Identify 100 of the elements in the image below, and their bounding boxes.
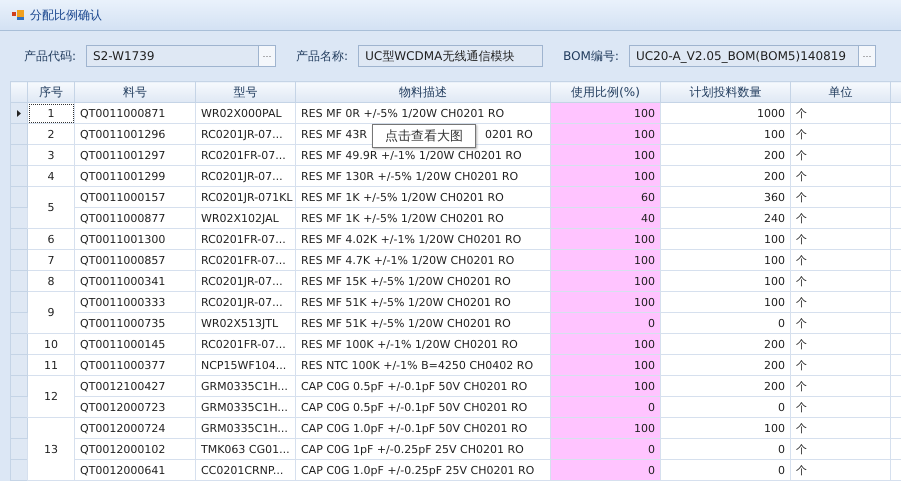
table-cell[interactable]: 60 bbox=[550, 186, 660, 208]
table-cell: 200 bbox=[660, 334, 790, 354]
table-cell: 200 bbox=[660, 166, 790, 186]
tooltip: 点击查看大图 bbox=[372, 124, 476, 148]
table-cell: RC0201JR-07... bbox=[196, 270, 296, 292]
column-header[interactable]: 物料描述 bbox=[296, 82, 550, 102]
table-cell[interactable]: 0 bbox=[550, 438, 660, 460]
table-cell: 个 bbox=[790, 186, 890, 208]
table-cell: 1000 bbox=[660, 102, 790, 124]
table-cell: NCP15WF104... bbox=[196, 354, 296, 376]
table-cell: 200 bbox=[660, 354, 790, 376]
table-cell: 4 bbox=[28, 166, 74, 186]
table-cell[interactable]: 0 bbox=[550, 312, 660, 334]
table-cell: 0 bbox=[660, 396, 790, 418]
table-cell: RES MF 51K +/-5% 1/20W CH0201 RO bbox=[301, 296, 511, 308]
table-cell: CAP C0G 1.0pF +/-0.1pF 50V CH0201 RO bbox=[301, 422, 528, 434]
table-cell[interactable]: 100 bbox=[550, 124, 660, 144]
browse-button[interactable]: ··· bbox=[858, 46, 875, 66]
table-cell: GRM0335C1H... bbox=[196, 376, 296, 396]
table-cell: 9 bbox=[28, 292, 74, 334]
table-cell: 0 bbox=[660, 438, 790, 460]
table-cell: QT0011001297 bbox=[74, 144, 196, 166]
column-header[interactable]: 料号 bbox=[74, 82, 196, 102]
table-cell[interactable]: 100 bbox=[550, 102, 660, 124]
column-header[interactable]: 使用比例(%) bbox=[550, 82, 660, 102]
table-cell: RES MF 15K +/-5% 1/20W CH0201 RO bbox=[301, 274, 511, 288]
table-cell: RC0201JR-07... bbox=[196, 124, 296, 144]
column-header[interactable]: 单位 bbox=[790, 82, 890, 102]
table-cell[interactable]: 0 bbox=[550, 460, 660, 480]
table-cell: 11 bbox=[28, 354, 74, 376]
table-cell: 6 bbox=[28, 228, 74, 250]
field-label: BOM编号: bbox=[563, 48, 619, 64]
table-cell: RC0201FR-07... bbox=[196, 250, 296, 270]
table-cell: RES MF 49.9R +/-1% 1/20W CH0201 RO bbox=[301, 148, 522, 162]
column-header[interactable]: 序号 bbox=[28, 82, 74, 102]
table-cell: QT0011000857 bbox=[74, 250, 196, 270]
column-header[interactable]: 计划投料数量 bbox=[660, 82, 790, 102]
table-cell[interactable]: 100 bbox=[550, 418, 660, 438]
table-cell: QT0011000735 bbox=[74, 312, 196, 334]
table-cell[interactable]: 100 bbox=[550, 250, 660, 270]
table-cell: RES MF 0R +/-5% 1/20W CH0201 RO bbox=[301, 106, 504, 120]
table-cell: RC0201FR-07... bbox=[196, 334, 296, 354]
table-cell: RC0201FR-07... bbox=[196, 228, 296, 250]
table-cell: RES NTC 100K +/-1% B=4250 CH0402 RO bbox=[301, 358, 534, 372]
table-cell: QT0011001299 bbox=[74, 166, 196, 186]
table-cell: 12 bbox=[28, 376, 74, 418]
table-cell: 个 bbox=[790, 292, 890, 312]
table-cell: 100 bbox=[660, 418, 790, 438]
table-cell: 个 bbox=[790, 460, 890, 480]
table-cell: CAP C0G 1.0pF +/-0.25pF 25V CH0201 RO bbox=[301, 464, 534, 476]
table-cell: 200 bbox=[660, 376, 790, 396]
table-cell: 8 bbox=[28, 270, 74, 292]
table-cell: RC0201JR-07... bbox=[196, 166, 296, 186]
table-cell[interactable]: 100 bbox=[550, 144, 660, 166]
table-cell: 个 bbox=[790, 102, 890, 124]
table-cell: QT0011000377 bbox=[74, 354, 196, 376]
table-cell[interactable]: 0 bbox=[550, 396, 660, 418]
table-cell: QT0011000157 bbox=[74, 186, 196, 208]
table-cell: QT0011000145 bbox=[74, 334, 196, 354]
field-label: 产品代码: bbox=[24, 48, 76, 64]
input-field[interactable]: S2-W1739 ··· bbox=[86, 45, 276, 67]
table-cell: 0 bbox=[660, 312, 790, 334]
table-cell[interactable]: 100 bbox=[550, 270, 660, 292]
table-cell: 5 bbox=[28, 186, 74, 228]
input-field[interactable]: UC20-A_V2.05_BOM(BOM5)140819 ··· bbox=[628, 45, 876, 67]
browse-button[interactable]: ··· bbox=[258, 46, 276, 66]
table-cell: CAP C0G 1pF +/-0.25pF 25V CH0201 RO bbox=[301, 442, 524, 456]
table-cell: TMK063 CG01... bbox=[196, 438, 296, 460]
table-cell: 100 bbox=[660, 292, 790, 312]
table-cell[interactable]: 100 bbox=[550, 334, 660, 354]
table-cell[interactable]: 100 bbox=[550, 228, 660, 250]
table-cell[interactable]: 100 bbox=[550, 292, 660, 312]
table-cell: QT0011001296 bbox=[74, 124, 196, 144]
table-cell: 个 bbox=[790, 124, 890, 144]
table-cell: 100 bbox=[660, 250, 790, 270]
table-cell: 360 bbox=[660, 186, 790, 208]
table-cell: 100 bbox=[660, 124, 790, 144]
table-cell: 个 bbox=[790, 228, 890, 250]
table-cell[interactable]: 40 bbox=[550, 208, 660, 228]
table-cell: QT0012000724 bbox=[74, 418, 196, 438]
table-cell: 个 bbox=[790, 144, 890, 166]
table-cell: 2 bbox=[28, 124, 74, 144]
table-cell: QT0011000871 bbox=[74, 102, 196, 124]
table-cell: 个 bbox=[790, 250, 890, 270]
table-cell: WR02X000PAL bbox=[196, 102, 296, 124]
table-cell[interactable]: 100 bbox=[550, 354, 660, 376]
column-header[interactable]: 型号 bbox=[196, 82, 296, 102]
table-cell: QT0012000641 bbox=[74, 460, 196, 480]
table-cell: 100 bbox=[660, 270, 790, 292]
table-cell[interactable]: 100 bbox=[550, 376, 660, 396]
input-field[interactable]: UC型WCDMA无线通信模块 bbox=[358, 45, 544, 67]
table-cell: 个 bbox=[790, 208, 890, 228]
table-cell: QT0011000341 bbox=[74, 270, 196, 292]
table-cell: RES MF 130R +/-5% 1/20W CH0201 RO bbox=[301, 170, 518, 182]
table-cell: RES MF 43R bbox=[301, 128, 368, 140]
table-cell: 个 bbox=[790, 438, 890, 460]
table-cell: QT0012000102 bbox=[74, 438, 196, 460]
table-cell: 240 bbox=[660, 208, 790, 228]
table-cell[interactable]: 100 bbox=[550, 166, 660, 186]
table-cell: 200 bbox=[660, 144, 790, 166]
